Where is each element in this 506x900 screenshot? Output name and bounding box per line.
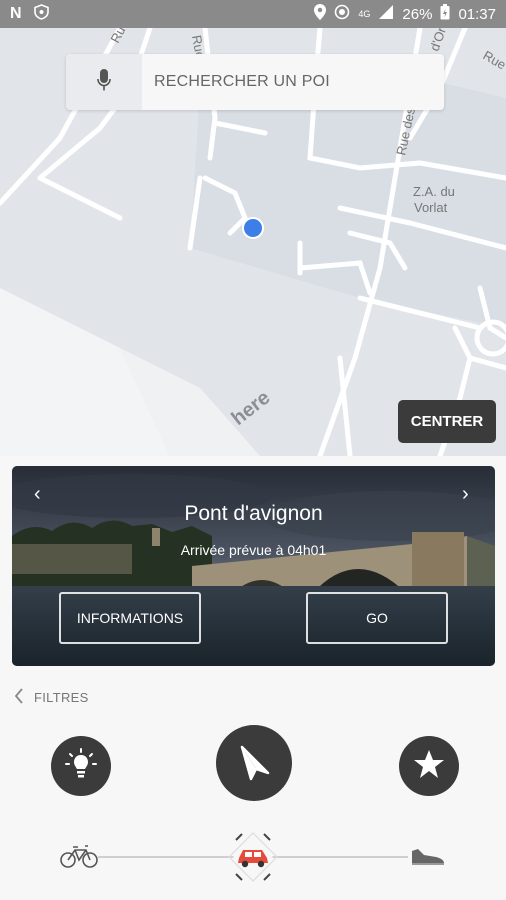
street-label-4: d'Or xyxy=(427,28,450,53)
microphone-icon xyxy=(97,68,111,97)
car-icon xyxy=(236,846,270,873)
navigation-arrow-icon xyxy=(234,741,274,786)
network-label: 4G xyxy=(358,9,371,19)
poi-eta: Arrivée prévue à 04h01 xyxy=(180,542,327,558)
poi-card[interactable]: ‹ › Pont d'avignon Arrivée prévue à 04h0… xyxy=(12,466,495,666)
lightbulb-icon xyxy=(63,746,99,787)
notification-n-icon: N xyxy=(10,5,22,22)
chevron-left-icon xyxy=(14,688,24,707)
filters-label: FILTRES xyxy=(34,690,89,705)
informations-button[interactable]: INFORMATIONS xyxy=(59,592,201,644)
battery-icon xyxy=(440,4,450,24)
center-button[interactable]: CENTRER xyxy=(398,400,496,443)
target-icon xyxy=(334,4,350,24)
street-label-7: Vorlat xyxy=(414,200,448,215)
filters-toggle[interactable]: FILTRES xyxy=(14,688,89,707)
navigate-button[interactable] xyxy=(216,725,292,801)
shield-icon xyxy=(33,4,49,24)
poi-title: Pont d'avignon xyxy=(184,502,323,525)
clock: 01:37 xyxy=(458,5,496,23)
status-bar: N 4G 26% 01:37 xyxy=(0,0,506,28)
bicycle-icon[interactable] xyxy=(60,842,98,875)
star-icon xyxy=(412,747,446,786)
chevron-right-icon[interactable]: › xyxy=(462,484,469,504)
street-label-5: Rue xyxy=(481,48,506,73)
microphone-button[interactable] xyxy=(66,54,142,110)
location-pin-icon xyxy=(314,4,327,24)
map-watermark: here xyxy=(228,387,275,430)
go-button[interactable]: GO xyxy=(306,592,448,644)
search-bar[interactable]: RECHERCHER UN POI xyxy=(66,54,444,110)
street-label-6: Z.A. du xyxy=(413,184,455,199)
chevron-left-icon[interactable]: ‹ xyxy=(34,484,41,504)
car-mode-selector[interactable] xyxy=(228,832,278,887)
signal-icon xyxy=(378,4,394,24)
favorites-button[interactable] xyxy=(399,736,459,796)
walking-shoe-icon[interactable] xyxy=(410,843,446,872)
search-input[interactable]: RECHERCHER UN POI xyxy=(142,54,444,110)
battery-percent: 26% xyxy=(402,5,433,23)
current-location-dot xyxy=(242,217,264,239)
lightbulb-button[interactable] xyxy=(51,736,111,796)
